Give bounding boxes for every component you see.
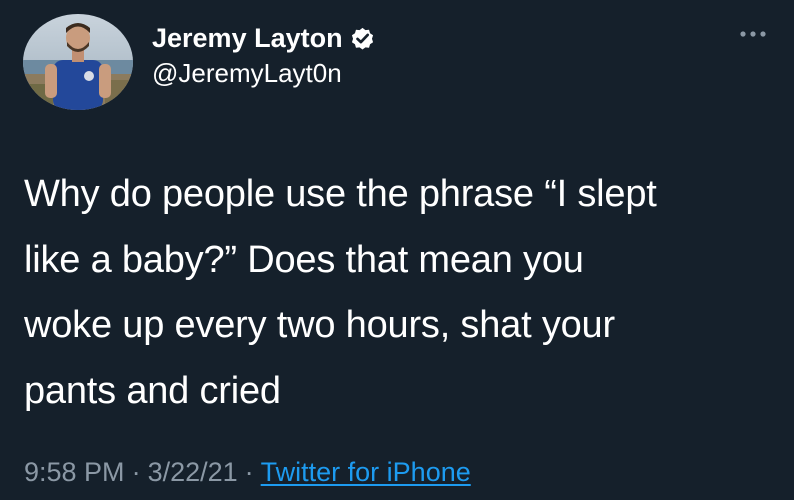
separator-dot: · — [131, 457, 141, 487]
more-options-icon[interactable] — [732, 20, 776, 50]
author-name-row: Jeremy Layton — [152, 20, 376, 56]
verified-badge-icon — [349, 25, 376, 52]
tweet-card: Jeremy Layton @JeremyLayt0n Why do peopl… — [0, 0, 794, 500]
author-handle[interactable]: @JeremyLayt0n — [152, 58, 342, 89]
avatar[interactable] — [23, 14, 133, 110]
tweet-time[interactable]: 9:58 PM — [24, 457, 125, 488]
avatar-photo — [23, 14, 133, 110]
separator-dot: · — [244, 457, 254, 487]
tweet-metadata: 9:58 PM · 3/22/21 · Twitter for iPhone — [24, 457, 471, 488]
display-name[interactable]: Jeremy Layton — [152, 23, 343, 54]
tweet-text: Why do people use the phrase “I slept li… — [24, 173, 657, 412]
tweet-date[interactable]: 3/22/21 — [148, 457, 238, 488]
tweet-source-link[interactable]: Twitter for iPhone — [261, 457, 471, 488]
